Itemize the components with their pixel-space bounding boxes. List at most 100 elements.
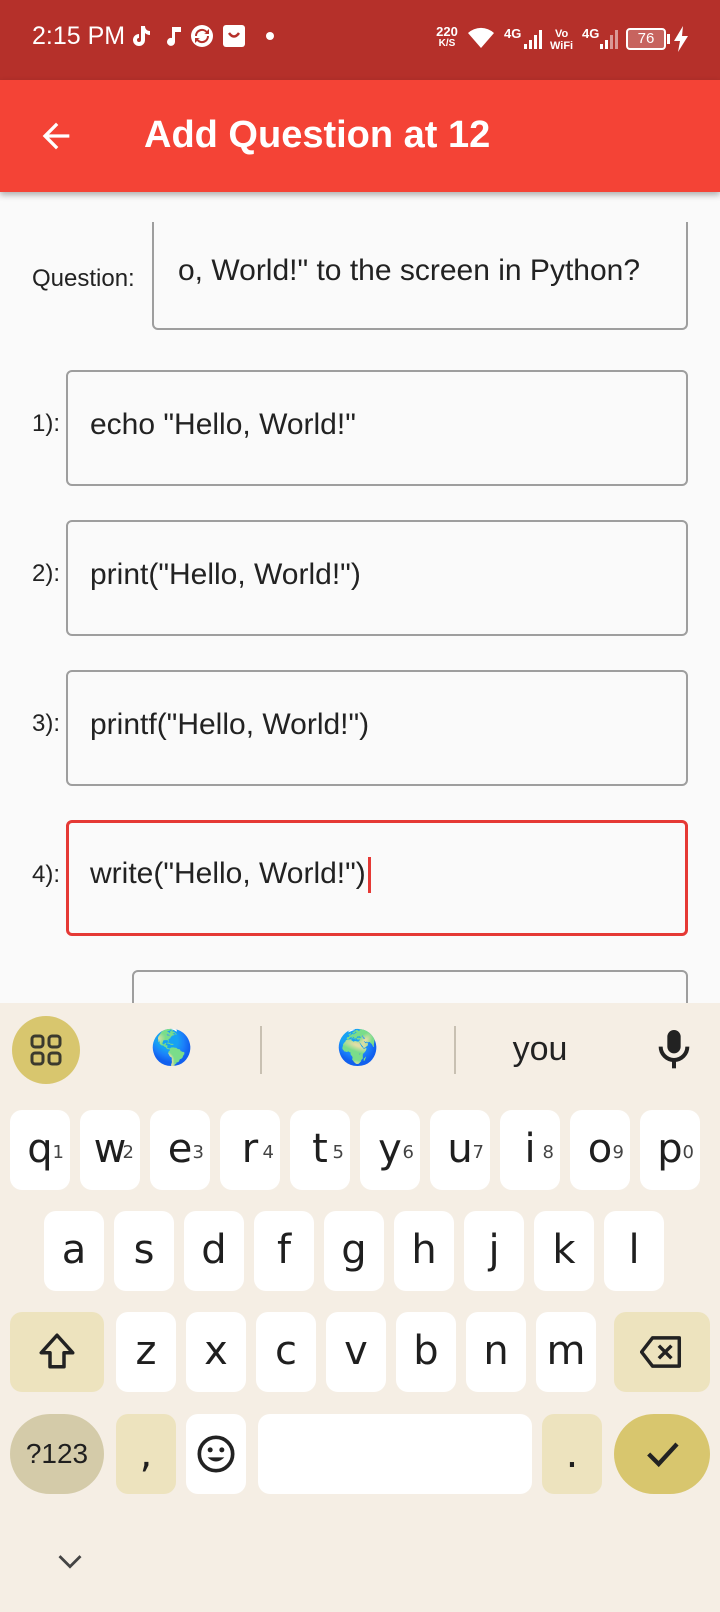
app-bar: Add Question at 12	[0, 80, 720, 192]
key-e[interactable]: e3	[150, 1110, 210, 1190]
key-x[interactable]: x	[186, 1312, 246, 1392]
signal-type-1: 4G	[504, 26, 522, 41]
space-bar[interactable]	[258, 1414, 532, 1494]
key-p[interactable]: p0	[640, 1110, 700, 1190]
backspace-key[interactable]	[614, 1312, 710, 1392]
key-t-label: t	[312, 1126, 328, 1172]
status-bar: 2:15 PM 220 K/S 4G Vo WiFi 4G 76	[0, 0, 720, 80]
period-key-label: .	[565, 1431, 579, 1477]
key-o[interactable]: o9	[570, 1110, 630, 1190]
keyboard-menu-button[interactable]	[12, 1016, 80, 1084]
question-input-text: o, World!" to the screen in Python?	[178, 254, 641, 287]
key-t-hint: 5	[332, 1142, 344, 1163]
option-1-label: 1):	[32, 410, 61, 437]
microphone-icon[interactable]	[654, 1028, 694, 1072]
key-i[interactable]: i8	[500, 1110, 560, 1190]
key-r-hint: 4	[262, 1142, 274, 1163]
wifi-icon	[468, 27, 494, 48]
key-n-label: n	[483, 1328, 509, 1374]
period-key[interactable]: .	[542, 1414, 602, 1494]
key-c[interactable]: c	[256, 1312, 316, 1392]
volte-bottom: WiFi	[550, 40, 574, 52]
hide-keyboard-chevron-icon[interactable]	[56, 1552, 84, 1572]
key-d[interactable]: d	[184, 1211, 244, 1291]
option-2-label: 2):	[32, 560, 61, 587]
key-h-label: h	[411, 1227, 437, 1273]
suggestion-2[interactable]: 🌍	[308, 1028, 408, 1068]
key-k[interactable]: k	[534, 1211, 594, 1291]
status-time: 2:15 PM	[32, 22, 126, 50]
option-3-field[interactable]: printf("Hello, World!")	[66, 670, 688, 786]
symbols-key-label: ?123	[25, 1438, 89, 1469]
suggestion-1[interactable]: 🌎	[122, 1028, 222, 1068]
key-m[interactable]: m	[536, 1312, 596, 1392]
question-label: Question:	[32, 265, 135, 292]
key-x-label: x	[204, 1328, 228, 1374]
key-z-label: z	[135, 1328, 157, 1374]
sync-icon	[191, 25, 213, 47]
key-h[interactable]: h	[394, 1211, 454, 1291]
option-2-field[interactable]: print("Hello, World!")	[66, 520, 688, 636]
symbols-key[interactable]: ?123	[10, 1414, 104, 1494]
key-y[interactable]: y6	[360, 1110, 420, 1190]
key-g-label: g	[341, 1227, 367, 1273]
network-speed-unit: K/S	[438, 38, 456, 49]
question-field[interactable]: o, World!" to the screen in Python?	[152, 222, 688, 330]
key-b[interactable]: b	[396, 1312, 456, 1392]
key-p-hint: 0	[682, 1142, 694, 1163]
dot-icon	[266, 32, 274, 40]
key-v[interactable]: v	[326, 1312, 386, 1392]
shopping-bag-icon	[223, 25, 245, 47]
emoji-key[interactable]	[186, 1414, 246, 1494]
volte-top: Vo	[554, 28, 569, 40]
option-1-field[interactable]: echo "Hello, World!"	[66, 370, 688, 486]
suggestion-3[interactable]: you	[490, 1030, 590, 1069]
option-4-input-text: write("Hello, World!")	[90, 857, 371, 894]
key-w-label: w	[93, 1126, 127, 1172]
key-a-label: a	[61, 1227, 87, 1273]
key-q[interactable]: q1	[10, 1110, 70, 1190]
option-3-input-text: printf("Hello, World!")	[90, 708, 370, 741]
key-r[interactable]: r4	[220, 1110, 280, 1190]
key-a[interactable]: a	[44, 1211, 104, 1291]
option-4-field[interactable]: write("Hello, World!")	[66, 820, 688, 936]
key-u-hint: 7	[472, 1142, 484, 1163]
key-s[interactable]: s	[114, 1211, 174, 1291]
music-note-icon	[167, 27, 181, 46]
battery-indicator: 76	[626, 28, 666, 50]
enter-done-key[interactable]	[614, 1414, 710, 1494]
key-u[interactable]: u7	[430, 1110, 490, 1190]
backspace-icon	[640, 1336, 682, 1368]
key-q-label: q	[27, 1126, 53, 1172]
arrow-back-icon[interactable]	[36, 116, 76, 156]
signal-icon-2	[600, 30, 618, 49]
key-i-label: i	[524, 1126, 536, 1172]
charging-bolt-icon	[674, 26, 688, 52]
volte-wifi-indicator: Vo WiFi	[550, 28, 573, 52]
key-u-label: u	[447, 1126, 473, 1172]
emoji-icon	[197, 1435, 235, 1473]
key-q-hint: 1	[52, 1142, 64, 1163]
comma-key-label: ,	[139, 1431, 153, 1477]
key-f[interactable]: f	[254, 1211, 314, 1291]
key-s-label: s	[133, 1227, 155, 1273]
signal-icon-1	[524, 30, 542, 49]
key-g[interactable]: g	[324, 1211, 384, 1291]
shift-key[interactable]	[10, 1312, 104, 1392]
key-j[interactable]: j	[464, 1211, 524, 1291]
key-n[interactable]: n	[466, 1312, 526, 1392]
key-z[interactable]: z	[116, 1312, 176, 1392]
key-k-label: k	[552, 1227, 576, 1273]
option-1-input-text: echo "Hello, World!"	[90, 408, 356, 441]
key-c-label: c	[275, 1328, 297, 1374]
key-v-label: v	[344, 1328, 368, 1374]
key-t[interactable]: t5	[290, 1110, 350, 1190]
key-w[interactable]: w2	[80, 1110, 140, 1190]
comma-key[interactable]: ,	[116, 1414, 176, 1494]
network-speed: 220 K/S	[432, 25, 462, 50]
key-j-label: j	[488, 1227, 500, 1273]
key-o-hint: 9	[612, 1142, 624, 1163]
next-field-partial[interactable]	[132, 970, 688, 1003]
question-form: Question: o, World!" to the screen in Py…	[0, 192, 720, 1003]
key-l[interactable]: l	[604, 1211, 664, 1291]
